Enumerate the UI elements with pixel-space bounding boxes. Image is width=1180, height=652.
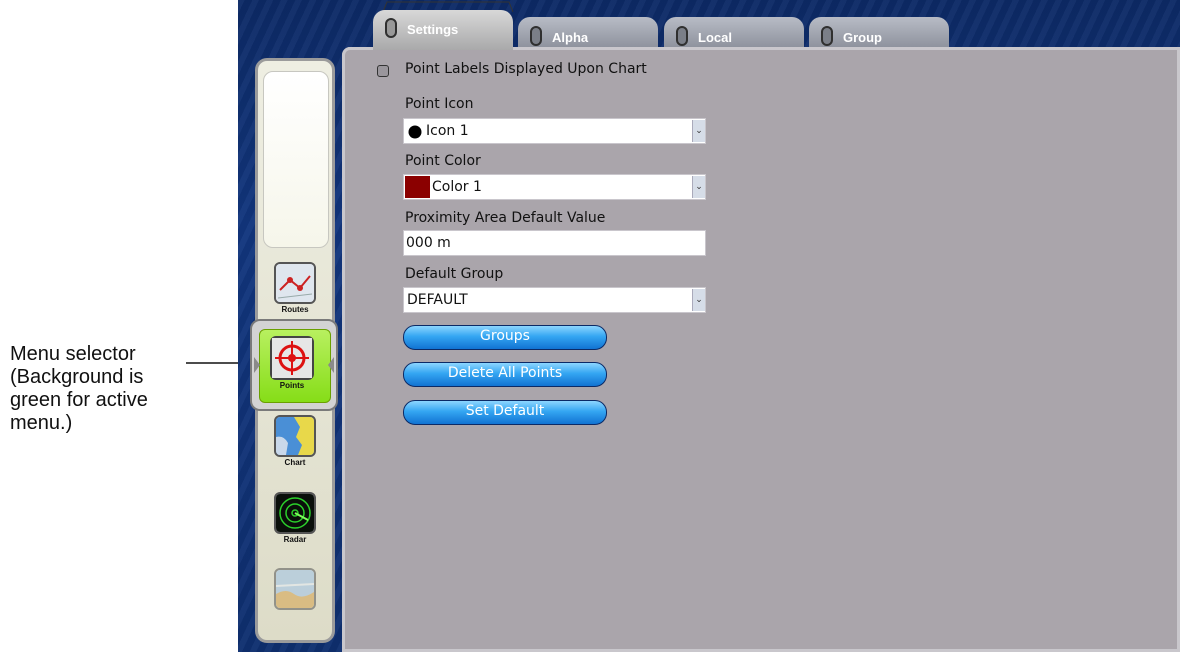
groups-button[interactable]: Groups: [403, 325, 607, 350]
sidebar-item-sounder[interactable]: [272, 568, 318, 610]
proximity-value-field[interactable]: [403, 230, 706, 256]
tab-pill-icon: [821, 26, 833, 46]
chevron-down-icon[interactable]: ⌄: [692, 176, 705, 198]
annotation-line-3: green for active: [10, 389, 148, 411]
tab-pill-icon: [385, 18, 397, 38]
point-color-value: Color 1: [432, 179, 482, 195]
black-dot-icon: [408, 125, 422, 139]
tab-settings[interactable]: Settings: [373, 10, 513, 50]
points-crosshair-icon: [270, 336, 314, 380]
chart-map-icon: [274, 415, 316, 457]
annotation-line-4: menu.): [10, 412, 73, 434]
default-group-value: DEFAULT: [407, 292, 468, 308]
color-swatch: [405, 176, 430, 198]
point-icon-label: Point Icon: [405, 96, 474, 112]
sidebar-item-label: Routes: [281, 305, 309, 314]
tab-local[interactable]: Local: [664, 17, 804, 49]
sidebar-item-label: Radar: [283, 535, 307, 544]
point-icon-value: Icon 1: [426, 123, 469, 139]
tab-pill-icon: [530, 26, 542, 46]
sidebar-item-routes[interactable]: Routes: [272, 262, 318, 314]
point-icon-select[interactable]: Icon 1 ⌄: [403, 118, 706, 144]
point-color-select[interactable]: Color 1 ⌄: [403, 174, 706, 200]
radar-icon: [274, 492, 316, 534]
set-default-button[interactable]: Set Default: [403, 400, 607, 425]
tab-local-label: Local: [698, 30, 732, 45]
default-group-label: Default Group: [405, 266, 504, 282]
point-color-label: Point Color: [405, 153, 481, 169]
proximity-label: Proximity Area Default Value: [405, 210, 606, 226]
point-labels-label: Point Labels Displayed Upon Chart: [405, 61, 647, 77]
sidebar-item-points[interactable]: Points: [268, 336, 316, 390]
selector-left-arrow-icon: [254, 357, 260, 373]
sidebar-item-label: Chart: [284, 458, 306, 467]
sidebar-top-pane: [263, 71, 329, 248]
tab-group[interactable]: Group: [809, 17, 949, 49]
routes-icon: [274, 262, 316, 304]
point-labels-checkbox[interactable]: [377, 65, 389, 77]
delete-all-points-button[interactable]: Delete All Points: [403, 362, 607, 387]
chevron-down-icon[interactable]: ⌄: [692, 120, 705, 142]
tab-alpha[interactable]: Alpha: [518, 17, 658, 49]
sounder-icon: [274, 568, 316, 610]
tab-group-label: Group: [843, 30, 882, 45]
sidebar-item-label: Points: [279, 381, 305, 390]
chevron-down-icon[interactable]: ⌄: [692, 289, 705, 311]
sidebar-item-radar[interactable]: Radar: [272, 492, 318, 544]
sidebar-item-chart[interactable]: Chart: [272, 415, 318, 467]
selector-right-arrow-icon: [328, 357, 334, 373]
tab-alpha-label: Alpha: [552, 30, 589, 45]
tab-pill-icon: [676, 26, 688, 46]
tab-settings-label: Settings: [407, 22, 459, 37]
default-group-select[interactable]: DEFAULT ⌄: [403, 287, 706, 313]
